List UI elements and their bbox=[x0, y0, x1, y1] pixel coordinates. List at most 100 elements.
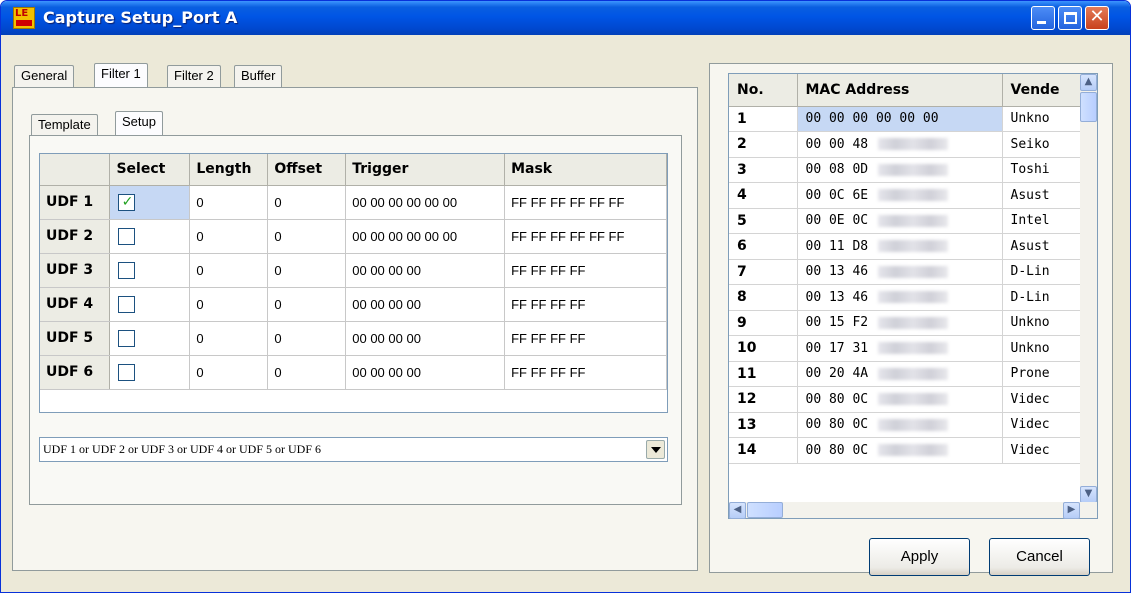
horizontal-scroll-thumb[interactable] bbox=[747, 502, 783, 518]
select-cell[interactable] bbox=[109, 219, 191, 254]
minimize-button[interactable] bbox=[1031, 6, 1055, 30]
select-checkbox[interactable] bbox=[118, 363, 136, 381]
list-item[interactable]: 3 00 08 0D Toshi bbox=[729, 157, 1083, 183]
column-header-mask[interactable]: Mask bbox=[504, 154, 667, 186]
select-checkbox[interactable] bbox=[118, 227, 136, 245]
trigger-cell[interactable]: 00 00 00 00 bbox=[345, 321, 506, 356]
table-row: UDF 1 ✓ 0 0 00 00 00 00 00 00 FF FF FF F… bbox=[40, 185, 667, 220]
cancel-button[interactable]: Cancel bbox=[989, 538, 1090, 576]
trigger-cell[interactable]: 00 00 00 00 bbox=[345, 355, 506, 390]
list-item[interactable]: 8 00 13 46 D-Lin bbox=[729, 284, 1083, 311]
length-cell[interactable]: 0 bbox=[189, 253, 269, 288]
select-cell[interactable] bbox=[109, 355, 191, 390]
select-cell[interactable] bbox=[109, 321, 191, 356]
chevron-up-icon[interactable]: ▲ bbox=[1080, 74, 1097, 91]
tab-buffer[interactable]: Buffer bbox=[234, 65, 283, 87]
offset-cell[interactable]: 0 bbox=[267, 253, 347, 288]
udf-name: UDF 4 bbox=[40, 287, 111, 322]
apply-button[interactable]: Apply bbox=[869, 538, 970, 576]
list-item[interactable]: 2 00 00 48 Seiko bbox=[729, 131, 1083, 158]
redacted-octets bbox=[878, 265, 949, 278]
vendor: Asust bbox=[1002, 182, 1083, 209]
mask-cell[interactable]: FF FF FF FF FF FF bbox=[504, 219, 667, 254]
list-item[interactable]: 6 00 11 D8 Asust bbox=[729, 233, 1083, 260]
length-cell[interactable]: 0 bbox=[189, 321, 269, 356]
column-header-trigger[interactable]: Trigger bbox=[345, 154, 506, 186]
mac-address: 00 80 0C bbox=[805, 417, 869, 433]
close-button[interactable]: ✕ bbox=[1085, 6, 1109, 30]
column-header-vendor[interactable]: Vende bbox=[1002, 74, 1083, 107]
list-item[interactable]: 4 00 0C 6E Asust bbox=[729, 182, 1083, 209]
length-cell[interactable]: 0 bbox=[189, 219, 269, 254]
list-item[interactable]: 11 00 20 4A Prone bbox=[729, 361, 1083, 387]
offset-cell[interactable]: 0 bbox=[267, 185, 347, 220]
chevron-down-icon[interactable]: ▼ bbox=[1080, 486, 1097, 503]
udf-grid: Select Length Offset Trigger Mask UDF 1 … bbox=[39, 153, 668, 413]
select-cell[interactable] bbox=[109, 253, 191, 288]
check-icon: ✓ bbox=[121, 193, 134, 210]
column-header-select[interactable]: Select bbox=[109, 154, 191, 186]
list-item[interactable]: 9 00 15 F2 Unkno bbox=[729, 310, 1083, 336]
list-item[interactable]: 12 00 80 0C Videc bbox=[729, 386, 1083, 413]
select-checkbox[interactable] bbox=[118, 261, 136, 279]
mask-cell[interactable]: FF FF FF FF bbox=[504, 253, 667, 288]
list-item[interactable]: 1 00 00 00 00 00 00 Unkno bbox=[729, 106, 1083, 132]
redacted-octets bbox=[878, 291, 949, 304]
offset-cell[interactable]: 0 bbox=[267, 287, 347, 322]
mask-cell[interactable]: FF FF FF FF bbox=[504, 321, 667, 356]
select-checkbox[interactable]: ✓ bbox=[118, 193, 136, 211]
tab-setup[interactable]: Setup bbox=[115, 111, 163, 135]
length-cell[interactable]: 0 bbox=[189, 355, 269, 390]
mac-address-cell: 00 80 0C bbox=[797, 437, 1003, 464]
trigger-cell[interactable]: 00 00 00 00 00 00 bbox=[345, 185, 506, 220]
column-header-no[interactable]: No. bbox=[729, 74, 798, 107]
offset-cell[interactable]: 0 bbox=[267, 219, 347, 254]
column-header-offset[interactable]: Offset bbox=[267, 154, 347, 186]
select-checkbox[interactable] bbox=[118, 329, 136, 347]
trigger-cell[interactable]: 00 00 00 00 bbox=[345, 287, 506, 322]
vertical-scroll-thumb[interactable] bbox=[1080, 92, 1097, 122]
mac-address-cell: 00 80 0C bbox=[797, 386, 1003, 413]
mac-address-cell: 00 0C 6E bbox=[797, 182, 1003, 209]
chevron-left-icon[interactable]: ◀ bbox=[729, 502, 746, 519]
select-cell[interactable]: ✓ bbox=[109, 185, 191, 220]
list-item[interactable]: 5 00 0E 0C Intel bbox=[729, 208, 1083, 234]
title-bar[interactable]: LE Capture Setup_Port A ✕ bbox=[1, 1, 1130, 35]
select-checkbox[interactable] bbox=[118, 295, 136, 313]
mac-address-list[interactable]: No. MAC Address Vende 1 00 00 00 00 00 0… bbox=[728, 73, 1098, 519]
dropdown-button[interactable] bbox=[646, 440, 665, 459]
tab-filter-2[interactable]: Filter 2 bbox=[167, 65, 221, 87]
trigger-cell[interactable]: 00 00 00 00 bbox=[345, 253, 506, 288]
list-item[interactable]: 14 00 80 0C Videc bbox=[729, 437, 1083, 464]
select-cell[interactable] bbox=[109, 287, 191, 322]
offset-cell[interactable]: 0 bbox=[267, 321, 347, 356]
column-header-length[interactable]: Length bbox=[189, 154, 269, 186]
chevron-right-icon[interactable]: ▶ bbox=[1063, 502, 1080, 519]
mac-address: 00 00 00 00 00 00 bbox=[797, 106, 1003, 132]
app-icon-label: LE bbox=[15, 8, 29, 19]
length-cell[interactable]: 0 bbox=[189, 287, 269, 322]
list-item[interactable]: 10 00 17 31 Unkno bbox=[729, 335, 1083, 362]
horizontal-scrollbar[interactable]: ◀ ▶ bbox=[729, 502, 1097, 519]
trigger-cell[interactable]: 00 00 00 00 00 00 bbox=[345, 219, 506, 254]
vertical-scrollbar[interactable]: ▲ ▼ bbox=[1080, 74, 1097, 503]
length-cell[interactable]: 0 bbox=[189, 185, 269, 220]
tab-general[interactable]: General bbox=[14, 65, 75, 87]
list-item[interactable]: 13 00 80 0C Videc bbox=[729, 412, 1083, 438]
chevron-down-icon bbox=[651, 447, 661, 453]
list-item[interactable]: 7 00 13 46 D-Lin bbox=[729, 259, 1083, 285]
mask-cell[interactable]: FF FF FF FF bbox=[504, 355, 667, 390]
column-header-mac-address[interactable]: MAC Address bbox=[797, 74, 1003, 107]
condition-combobox[interactable]: UDF 1 or UDF 2 or UDF 3 or UDF 4 or UDF … bbox=[39, 437, 668, 462]
vendor: Intel bbox=[1002, 208, 1083, 234]
tab-filter-1[interactable]: Filter 1 bbox=[94, 63, 148, 87]
maximize-button[interactable] bbox=[1058, 6, 1082, 30]
mask-cell[interactable]: FF FF FF FF FF FF bbox=[504, 185, 667, 220]
redacted-octets bbox=[878, 214, 949, 227]
vendor: Toshi bbox=[1002, 157, 1083, 183]
column-header-corner bbox=[40, 154, 111, 186]
mac-address: 00 80 0C bbox=[805, 442, 869, 458]
mask-cell[interactable]: FF FF FF FF bbox=[504, 287, 667, 322]
tab-template[interactable]: Template bbox=[31, 114, 98, 136]
offset-cell[interactable]: 0 bbox=[267, 355, 347, 390]
